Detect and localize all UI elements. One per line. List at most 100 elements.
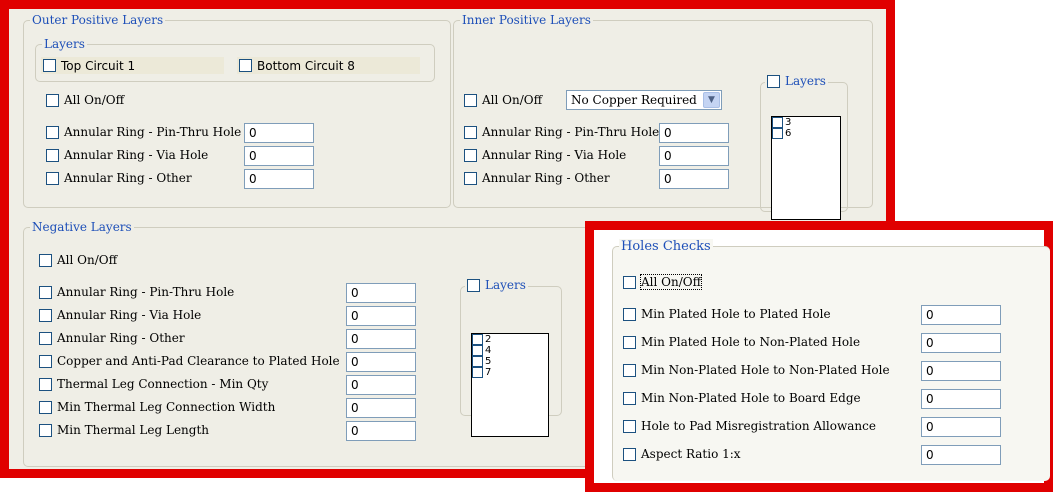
layer-label: 3 <box>785 117 792 128</box>
holes-all-onoff[interactable]: All On/Off <box>623 274 703 290</box>
inner-layers-list[interactable]: 3 6 <box>771 116 841 220</box>
negative-row-input[interactable]: 0 <box>346 398 416 418</box>
negative-row-checkbox[interactable] <box>39 377 52 391</box>
outer-row-pin-thru[interactable]: Annular Ring - Pin-Thru Hole <box>46 125 241 139</box>
negative-row-label: Thermal Leg Connection - Min Qty <box>57 377 269 391</box>
outer-pin-thru-label: Annular Ring - Pin-Thru Hole <box>64 125 242 139</box>
list-item[interactable]: 3 <box>772 117 840 128</box>
inner-layers-title[interactable]: Layers <box>765 74 828 88</box>
negative-row-checkbox[interactable] <box>39 285 52 299</box>
holes-row[interactable]: Min Non-Plated Hole to Non-Plated Hole <box>623 363 890 377</box>
negative-all-onoff[interactable]: All On/Off <box>39 253 117 267</box>
negative-row-checkbox[interactable] <box>39 423 52 437</box>
negative-row-checkbox[interactable] <box>39 400 52 414</box>
top-layer-label: Top Circuit 1 <box>61 58 136 73</box>
holes-row-checkbox[interactable] <box>623 307 636 321</box>
inner-other-input[interactable]: 0 <box>659 169 729 189</box>
inner-row-via[interactable]: Annular Ring - Via Hole <box>464 148 626 162</box>
inner-via-checkbox[interactable] <box>464 148 477 162</box>
inner-pin-thru-checkbox[interactable] <box>464 125 477 139</box>
holes-row[interactable]: Min Non-Plated Hole to Board Edge <box>623 391 861 405</box>
outer-via-input[interactable]: 0 <box>244 146 314 166</box>
copper-option-dropdown[interactable]: No Copper Required ▼ <box>566 90 722 110</box>
layer-checkbox[interactable] <box>472 345 483 356</box>
negative-row[interactable]: Annular Ring - Other <box>39 331 185 345</box>
negative-row-input[interactable]: 0 <box>346 329 416 349</box>
negative-layers-list[interactable]: 2 4 5 7 <box>471 333 549 437</box>
holes-row-checkbox[interactable] <box>623 391 636 405</box>
negative-all-onoff-checkbox[interactable] <box>39 253 52 267</box>
holes-row-input[interactable]: 0 <box>921 305 1001 325</box>
chevron-down-icon[interactable]: ▼ <box>703 92 720 108</box>
holes-row[interactable]: Min Plated Hole to Non-Plated Hole <box>623 335 860 349</box>
holes-all-onoff-checkbox[interactable] <box>623 275 636 289</box>
inner-pin-thru-label: Annular Ring - Pin-Thru Hole <box>482 125 660 139</box>
holes-row-checkbox[interactable] <box>623 335 636 349</box>
list-item[interactable]: 5 <box>472 356 548 367</box>
top-layer-item[interactable]: Top Circuit 1 <box>41 57 224 74</box>
inner-all-onoff-checkbox[interactable] <box>464 93 477 107</box>
layer-checkbox[interactable] <box>772 128 783 139</box>
outer-pin-thru-checkbox[interactable] <box>46 125 59 139</box>
top-layer-checkbox[interactable] <box>43 59 56 72</box>
inner-row-pin-thru[interactable]: Annular Ring - Pin-Thru Hole <box>464 125 659 139</box>
negative-row-input[interactable]: 0 <box>346 352 416 372</box>
layer-label: 7 <box>485 367 492 378</box>
negative-row-input[interactable]: 0 <box>346 375 416 395</box>
negative-row-input[interactable]: 0 <box>346 421 416 441</box>
bottom-layer-checkbox[interactable] <box>239 59 252 72</box>
negative-layers-checkbox[interactable] <box>467 278 480 292</box>
negative-row[interactable]: Copper and Anti-Pad Clearance to Plated … <box>39 354 340 368</box>
holes-row-label: Min Plated Hole to Plated Hole <box>641 307 831 321</box>
inner-layers-checkbox[interactable] <box>767 74 780 88</box>
outer-other-input[interactable]: 0 <box>244 169 314 189</box>
list-item[interactable]: 6 <box>772 128 840 139</box>
holes-row-checkbox[interactable] <box>623 447 636 461</box>
holes-checks-highlight: Holes Checks All On/Off Min Plated Hole … <box>585 221 1053 492</box>
outer-row-via[interactable]: Annular Ring - Via Hole <box>46 148 208 162</box>
layer-checkbox[interactable] <box>472 356 483 367</box>
holes-row-input[interactable]: 0 <box>921 389 1001 409</box>
list-item[interactable]: 4 <box>472 345 548 356</box>
inner-other-checkbox[interactable] <box>464 171 477 185</box>
outer-pin-thru-input[interactable]: 0 <box>244 123 314 143</box>
outer-other-checkbox[interactable] <box>46 171 59 185</box>
layer-checkbox[interactable] <box>472 367 483 378</box>
holes-row-input[interactable]: 0 <box>921 361 1001 381</box>
inner-row-other[interactable]: Annular Ring - Other <box>464 171 610 185</box>
inner-all-onoff[interactable]: All On/Off <box>464 93 542 107</box>
negative-layers-title[interactable]: Layers <box>465 278 528 292</box>
bottom-layer-item[interactable]: Bottom Circuit 8 <box>237 57 420 74</box>
holes-row-input[interactable]: 0 <box>921 445 1001 465</box>
holes-row-input[interactable]: 0 <box>921 417 1001 437</box>
negative-row[interactable]: Min Thermal Leg Length <box>39 423 209 437</box>
negative-row-checkbox[interactable] <box>39 331 52 345</box>
negative-row[interactable]: Thermal Leg Connection - Min Qty <box>39 377 268 391</box>
outer-row-other[interactable]: Annular Ring - Other <box>46 171 192 185</box>
outer-layers-subgroup: Layers Top Circuit 1 Bottom Circuit 8 <box>35 37 435 82</box>
outer-all-onoff-checkbox[interactable] <box>46 93 59 107</box>
outer-via-checkbox[interactable] <box>46 148 59 162</box>
negative-row[interactable]: Min Thermal Leg Connection Width <box>39 400 275 414</box>
negative-row-input[interactable]: 0 <box>346 283 416 303</box>
holes-row-input[interactable]: 0 <box>921 333 1001 353</box>
list-item[interactable]: 7 <box>472 367 548 378</box>
inner-pin-thru-input[interactable]: 0 <box>659 123 729 143</box>
holes-row[interactable]: Min Plated Hole to Plated Hole <box>623 307 831 321</box>
negative-row-checkbox[interactable] <box>39 308 52 322</box>
layer-checkbox[interactable] <box>472 334 483 345</box>
negative-row-input[interactable]: 0 <box>346 306 416 326</box>
outer-all-onoff[interactable]: All On/Off <box>46 93 124 107</box>
holes-row-checkbox[interactable] <box>623 419 636 433</box>
holes-all-onoff-label: All On/Off <box>639 274 703 290</box>
layer-checkbox[interactable] <box>772 117 783 128</box>
holes-row[interactable]: Aspect Ratio 1:x <box>623 447 741 461</box>
holes-row[interactable]: Hole to Pad Misregistration Allowance <box>623 419 876 433</box>
holes-row-checkbox[interactable] <box>623 363 636 377</box>
list-item[interactable]: 2 <box>472 334 548 345</box>
outer-via-label: Annular Ring - Via Hole <box>64 148 209 162</box>
negative-row[interactable]: Annular Ring - Pin-Thru Hole <box>39 285 234 299</box>
inner-via-input[interactable]: 0 <box>659 146 729 166</box>
negative-row[interactable]: Annular Ring - Via Hole <box>39 308 201 322</box>
negative-row-checkbox[interactable] <box>39 354 52 368</box>
